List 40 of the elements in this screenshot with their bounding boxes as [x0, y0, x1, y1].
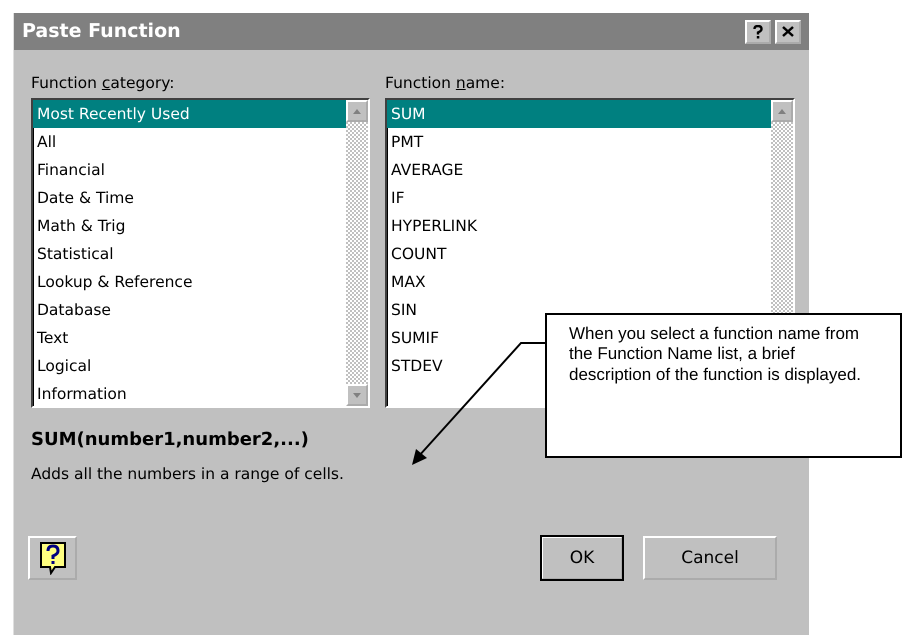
list-item[interactable]: MAX [387, 268, 771, 296]
list-item[interactable]: Most Recently Used [33, 100, 346, 128]
function-signature: SUM(number1,number2,...) [30, 428, 310, 452]
list-item[interactable]: All [33, 128, 346, 156]
cancel-button[interactable]: Cancel [643, 536, 777, 580]
list-item[interactable]: AVERAGE [387, 156, 771, 184]
help-bubble-icon [38, 541, 66, 576]
help-icon [753, 24, 763, 38]
list-item[interactable]: Math & Trig [33, 212, 346, 240]
scroll-up-button[interactable] [346, 100, 368, 122]
list-item[interactable]: Date & Time [33, 184, 346, 212]
list-item[interactable]: Information [33, 380, 346, 406]
help-button[interactable] [28, 536, 77, 580]
list-item[interactable]: SUM [387, 100, 771, 128]
list-item[interactable]: PMT [387, 128, 771, 156]
function-description: Adds all the numbers in a range of cells. [30, 464, 345, 485]
list-item[interactable]: Financial [33, 156, 346, 184]
list-item[interactable]: Database [33, 296, 346, 324]
scroll-up-button[interactable] [771, 100, 793, 122]
window-title: Paste Function [22, 19, 181, 44]
list-item[interactable]: Lookup & Reference [33, 268, 346, 296]
help-button[interactable] [745, 20, 771, 44]
list-item[interactable]: HYPERLINK [387, 212, 771, 240]
callout-tooltip: When you select a function name from the Function Name list, a brief description of the function is displayed. [545, 313, 902, 458]
list-item[interactable]: Statistical [33, 240, 346, 268]
field-label: Function category: [31, 73, 176, 94]
scrollbar[interactable] [346, 100, 368, 406]
category-list[interactable]: Most Recently Used All Financial Date & Time Math & Trig Statistical Lookup & Reference Database Text Logical Information [31, 98, 370, 408]
close-icon [782, 26, 794, 37]
list-item[interactable]: Logical [33, 352, 346, 380]
up-arrow-icon [778, 108, 786, 114]
list-item[interactable]: Text [33, 324, 346, 352]
ok-button[interactable]: OK [541, 536, 623, 580]
list-item[interactable]: IF [387, 184, 771, 212]
close-button[interactable] [775, 20, 801, 44]
field-label: Function name: [385, 73, 506, 94]
down-arrow-icon [353, 392, 361, 398]
up-arrow-icon [353, 108, 361, 114]
list-item[interactable]: COUNT [387, 240, 771, 268]
scroll-down-button[interactable] [346, 384, 368, 406]
